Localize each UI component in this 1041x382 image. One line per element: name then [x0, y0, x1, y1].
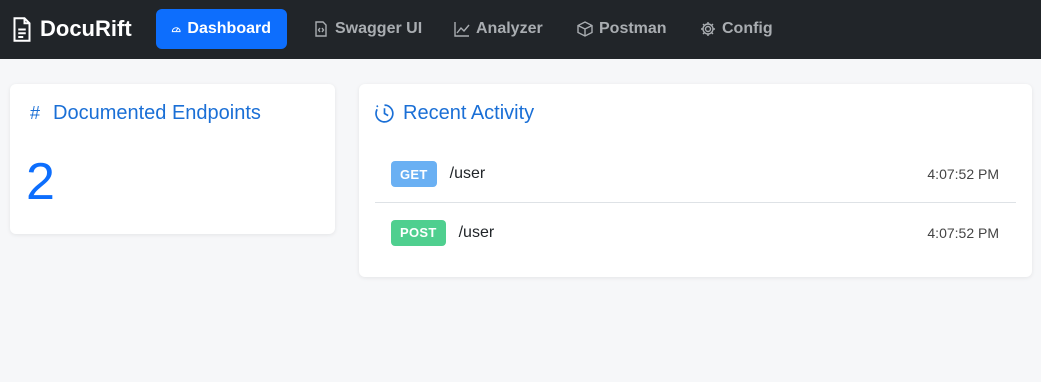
code-file-icon	[315, 21, 327, 37]
method-badge-get: GET	[391, 161, 437, 187]
nav-dashboard[interactable]: Dashboard	[156, 9, 287, 49]
activity-row[interactable]: GET /user 4:07:52 PM	[375, 146, 1016, 203]
speedometer-icon	[171, 27, 181, 33]
method-badge-post: POST	[391, 219, 446, 246]
brand-logo[interactable]: DocuRift	[12, 16, 132, 42]
recent-activity-card: Recent Activity GET /user 4:07:52 PM POS…	[359, 84, 1032, 277]
endpoint-path: /user	[449, 165, 486, 182]
activity-time: 4:07:52 PM	[927, 224, 999, 241]
endpoints-card-title: # Documented Endpoints	[30, 102, 261, 125]
hash-icon: #	[30, 103, 41, 123]
document-icon	[13, 16, 31, 42]
nav-postman-label: Postman	[599, 20, 667, 37]
nav-config-label: Config	[722, 20, 773, 37]
endpoint-path: /user	[458, 223, 495, 241]
activity-card-title: Recent Activity	[374, 102, 534, 125]
activity-title-text: Recent Activity	[403, 102, 535, 124]
endpoints-title-text: Documented Endpoints	[53, 102, 261, 124]
line-chart-icon	[454, 22, 470, 37]
brand-name: DocuRift	[40, 16, 132, 41]
nav-analyzer[interactable]: Analyzer	[438, 9, 559, 49]
nav-postman[interactable]: Postman	[561, 9, 683, 49]
top-navbar: DocuRift Dashboard Swagger UI Analyzer P…	[0, 0, 1041, 59]
gear-icon	[701, 22, 715, 36]
box-icon	[577, 21, 593, 37]
endpoint-count: 2	[26, 153, 55, 211]
nav-swagger-ui[interactable]: Swagger UI	[297, 9, 438, 49]
nav-analyzer-label: Analyzer	[476, 20, 543, 37]
activity-time: 4:07:52 PM	[927, 166, 999, 182]
nav-dashboard-label: Dashboard	[187, 20, 271, 37]
nav-swagger-ui-label: Swagger UI	[335, 20, 423, 37]
documented-endpoints-card: # Documented Endpoints 2	[10, 84, 335, 234]
nav-config[interactable]: Config	[684, 9, 789, 49]
activity-row[interactable]: POST /user 4:07:52 PM	[375, 204, 1016, 261]
clock-history-icon	[375, 104, 394, 123]
